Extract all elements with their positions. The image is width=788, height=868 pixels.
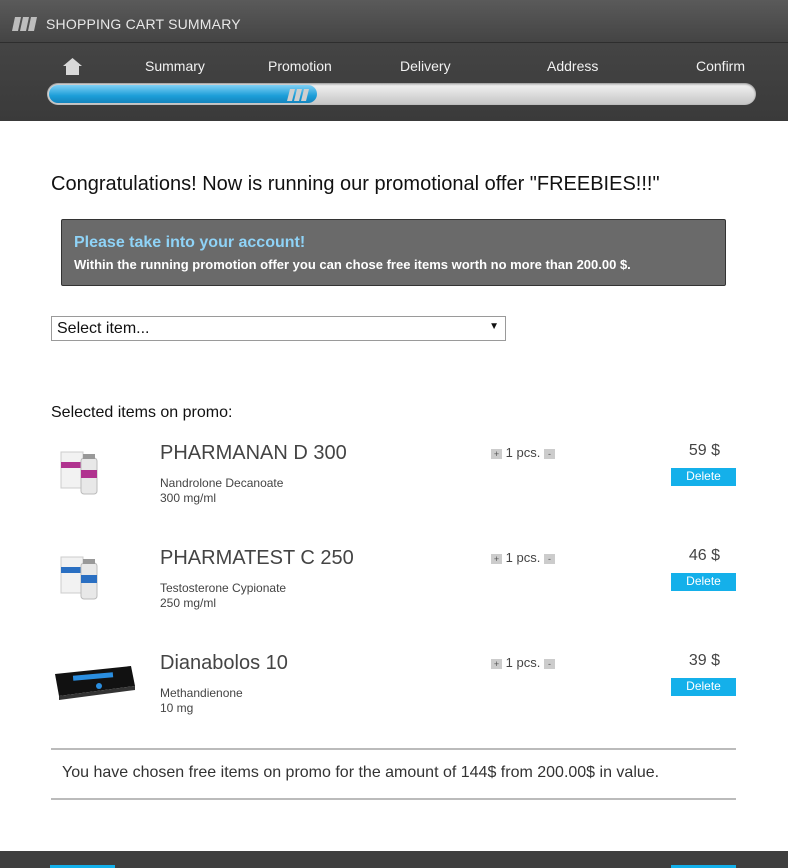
step-nav: Summary Promotion Delivery Address Confi… xyxy=(0,58,788,78)
quantity-stepper: + 1 pcs. - xyxy=(491,550,555,565)
decrease-button[interactable]: - xyxy=(543,448,555,459)
promo-notice: Please take into your account! Within th… xyxy=(61,219,726,286)
item-select[interactable]: Select item... ▼ xyxy=(51,316,506,341)
product-image xyxy=(51,652,141,722)
quantity-stepper: + 1 pcs. - xyxy=(491,445,555,460)
main-content: Congratulations! Now is running our prom… xyxy=(0,121,788,851)
dropdown-arrow-icon: ▼ xyxy=(489,321,499,332)
item-details: Methandienone 10 mg xyxy=(160,686,243,716)
page-title: SHOPPING CART SUMMARY xyxy=(46,16,241,32)
divider xyxy=(51,748,736,750)
progress-bar xyxy=(47,83,756,105)
item-dose: 300 mg/ml xyxy=(160,491,217,505)
divider xyxy=(51,798,736,800)
quantity-stepper: + 1 pcs. - xyxy=(491,655,555,670)
item-price: 46 $ xyxy=(688,547,720,564)
product-image xyxy=(51,442,141,512)
item-dose: 10 mg xyxy=(160,701,194,715)
step-confirm[interactable]: Confirm xyxy=(696,58,745,74)
item-price: 39 $ xyxy=(688,652,720,669)
item-name: Dianabolos 10 xyxy=(160,652,288,674)
delete-button[interactable]: Delete xyxy=(671,678,736,696)
item-select-value: Select item... xyxy=(57,320,150,337)
promo-item: PHARMATEST C 250 Testosterone Cypionate … xyxy=(51,547,737,627)
notice-body: Within the running promotion offer you c… xyxy=(74,257,631,272)
header: SHOPPING CART SUMMARY Summary Promotion … xyxy=(0,0,788,121)
footer-bar xyxy=(0,851,788,868)
selected-items-label: Selected items on promo: xyxy=(51,404,233,421)
item-dose: 250 mg/ml xyxy=(160,596,217,610)
decrease-button[interactable]: - xyxy=(543,553,555,564)
item-substance: Methandienone xyxy=(160,686,243,700)
increase-button[interactable]: + xyxy=(491,553,502,564)
quantity-value: 1 pcs. xyxy=(505,655,541,670)
promo-item: Dianabolos 10 Methandienone 10 mg + 1 pc… xyxy=(51,652,737,732)
item-substance: Testosterone Cypionate xyxy=(160,581,287,595)
step-summary[interactable]: Summary xyxy=(145,58,205,74)
product-image xyxy=(51,547,141,617)
notice-title: Please take into your account! xyxy=(74,234,306,251)
increase-button[interactable]: + xyxy=(491,658,502,669)
progress-fill xyxy=(49,85,317,103)
item-price: 59 $ xyxy=(688,442,720,459)
delete-button[interactable]: Delete xyxy=(671,573,736,591)
item-name: PHARMATEST C 250 xyxy=(160,547,354,569)
step-delivery[interactable]: Delivery xyxy=(400,58,451,74)
item-details: Testosterone Cypionate 250 mg/ml xyxy=(160,581,286,611)
item-name: PHARMANAN D 300 xyxy=(160,442,347,464)
title-bar: SHOPPING CART SUMMARY xyxy=(0,0,788,43)
item-details: Nandrolone Decanoate 300 mg/ml xyxy=(160,476,283,506)
item-substance: Nandrolone Decanoate xyxy=(160,476,284,490)
promo-headline: Congratulations! Now is running our prom… xyxy=(51,173,660,195)
step-address[interactable]: Address xyxy=(547,58,598,74)
delete-button[interactable]: Delete xyxy=(671,468,736,486)
quantity-value: 1 pcs. xyxy=(505,550,541,565)
progress-logo-icon xyxy=(287,88,309,106)
increase-button[interactable]: + xyxy=(491,448,502,459)
promo-summary: You have chosen free items on promo for … xyxy=(62,764,660,781)
decrease-button[interactable]: - xyxy=(543,658,555,669)
quantity-value: 1 pcs. xyxy=(505,445,541,460)
logo-icon xyxy=(12,16,38,37)
promo-item: PHARMANAN D 300 Nandrolone Decanoate 300… xyxy=(51,442,737,522)
step-promotion[interactable]: Promotion xyxy=(268,58,332,74)
